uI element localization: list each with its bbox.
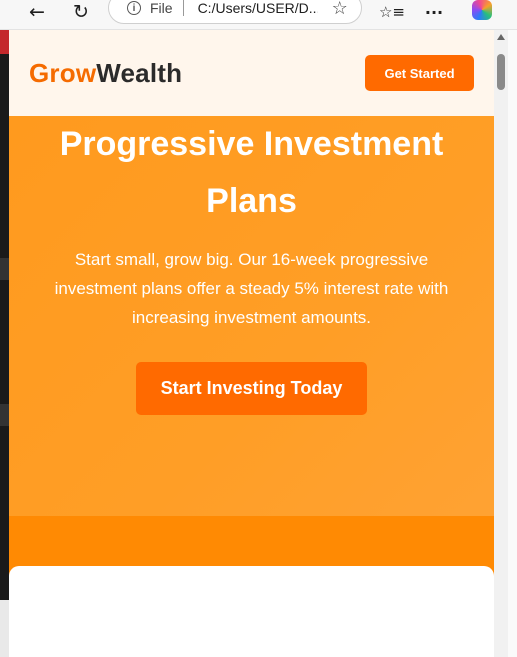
refresh-icon[interactable]: ↻ <box>67 0 95 24</box>
background-window-mark <box>0 258 9 280</box>
more-icon[interactable]: ··· <box>420 0 448 24</box>
back-icon[interactable]: ← <box>23 0 51 24</box>
brand-grow: Grow <box>29 58 97 88</box>
site-header: GrowWealth Get Started <box>9 30 494 116</box>
file-label: File <box>150 0 173 16</box>
scroll-up-arrow-icon[interactable] <box>497 34 505 40</box>
get-started-button[interactable]: Get Started <box>365 55 474 91</box>
star-icon[interactable]: ☆ <box>332 0 348 19</box>
background-window-accent <box>0 30 9 54</box>
hero-subtitle: Start small, grow big. Our 16-week progr… <box>54 250 449 327</box>
content-card <box>9 566 494 657</box>
copilot-icon[interactable] <box>472 0 492 20</box>
hero-title-line2: Plans <box>206 182 297 220</box>
info-icon[interactable]: i <box>127 1 141 15</box>
page-scrollbar[interactable] <box>494 30 508 657</box>
hero-section: Progressive Investment Plans Start small… <box>9 116 494 516</box>
url-text[interactable]: C:/Users/USER/D... <box>198 0 318 16</box>
url-divider <box>182 0 184 16</box>
brand-logo[interactable]: GrowWealth <box>29 58 182 89</box>
brand-wealth: Wealth <box>96 58 183 88</box>
start-investing-button[interactable]: Start Investing Today <box>136 362 367 415</box>
hero-title: Progressive Investment Plans <box>9 116 494 230</box>
browser-toolbar: ← ↻ i File C:/Users/USER/D... ☆ ☆≡ ··· <box>0 0 517 30</box>
page-viewport: GrowWealth Get Started Progressive Inves… <box>9 30 494 657</box>
background-window-mark <box>0 404 9 426</box>
hero-title-line1: Progressive Investment <box>59 125 444 163</box>
background-window-panel <box>0 600 9 657</box>
background-window-strip <box>0 30 9 657</box>
scrollbar-thumb[interactable] <box>497 54 505 90</box>
favorites-icon[interactable]: ☆≡ <box>378 0 406 24</box>
address-bar[interactable]: i File C:/Users/USER/D... ☆ <box>108 0 362 24</box>
window-edge <box>508 30 517 657</box>
